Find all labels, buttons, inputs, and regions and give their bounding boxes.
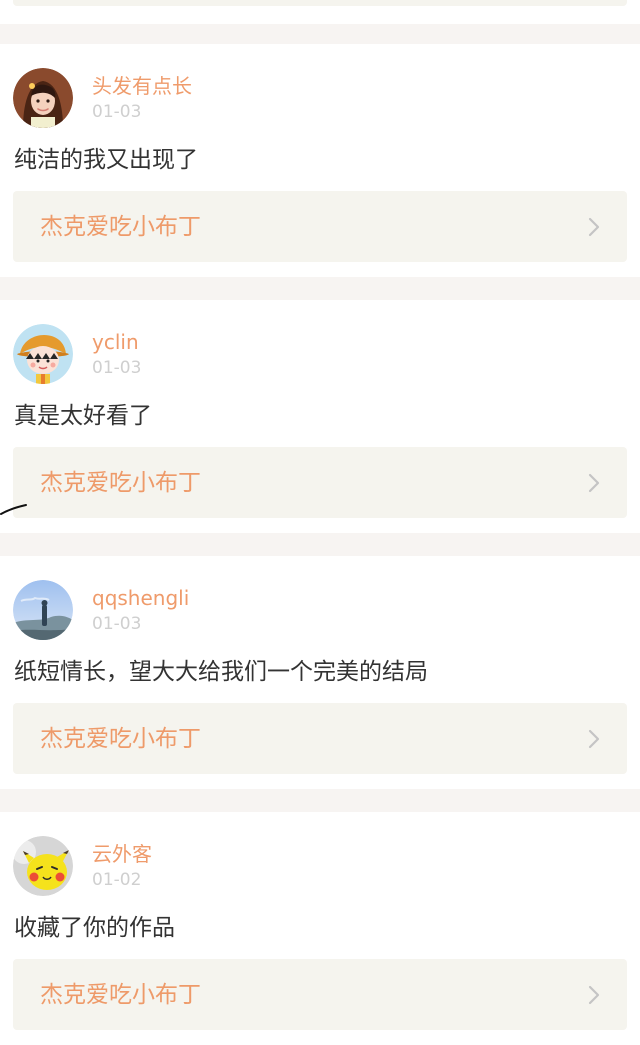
comment-date: 01-03 [92, 358, 142, 378]
landscape-avatar-icon [13, 580, 73, 640]
comment-date: 01-03 [92, 614, 142, 634]
work-title[interactable]: 杰克爱吃小布丁 [40, 979, 201, 1011]
comment-text: 收藏了你的作品 [14, 915, 175, 941]
comment-card: qqshengli 01-03 纸短情长，望大大给我们一个完美的结局 杰克爱吃小… [0, 556, 640, 789]
comment-date: 01-02 [92, 870, 142, 890]
chevron-right-icon [587, 729, 601, 749]
username[interactable]: yclin [92, 330, 139, 354]
previous-work-link-remnant[interactable] [13, 0, 627, 6]
comment-feed: 头发有点长 01-03 纯洁的我又出现了 杰克爱吃小布丁 yclin 01-03… [0, 0, 640, 1045]
work-title[interactable]: 杰克爱吃小布丁 [40, 467, 201, 499]
work-title[interactable]: 杰克爱吃小布丁 [40, 723, 201, 755]
chevron-right-icon [587, 473, 601, 493]
comment-card: yclin 01-03 真是太好看了 杰克爱吃小布丁 [0, 300, 640, 533]
avatar[interactable] [13, 68, 73, 128]
chevron-right-icon [587, 217, 601, 237]
comment-card: 云外客 01-02 收藏了你的作品 杰克爱吃小布丁 [0, 812, 640, 1045]
work-link[interactable]: 杰克爱吃小布丁 [13, 959, 627, 1030]
avatar[interactable] [13, 324, 73, 384]
work-link[interactable]: 杰克爱吃小布丁 [13, 703, 627, 774]
avatar[interactable] [13, 580, 73, 640]
avatar[interactable] [13, 836, 73, 896]
username[interactable]: 云外客 [92, 842, 152, 866]
username[interactable]: qqshengli [92, 586, 189, 610]
pen-stroke-mark [0, 500, 32, 524]
work-title[interactable]: 杰克爱吃小布丁 [40, 211, 201, 243]
chevron-right-icon [587, 985, 601, 1005]
previous-card-remnant [0, 0, 640, 24]
comment-text: 真是太好看了 [14, 403, 152, 429]
girl-avatar-icon [13, 68, 73, 128]
work-link[interactable]: 杰克爱吃小布丁 [13, 191, 627, 262]
work-link[interactable]: 杰克爱吃小布丁 [13, 447, 627, 518]
comment-date: 01-03 [92, 102, 142, 122]
cartoon-avatar-icon [13, 324, 73, 384]
pikachu-avatar-icon [13, 836, 73, 896]
username[interactable]: 头发有点长 [92, 74, 192, 98]
comment-text: 纯洁的我又出现了 [14, 147, 198, 173]
comment-text: 纸短情长，望大大给我们一个完美的结局 [14, 659, 428, 685]
comment-card: 头发有点长 01-03 纯洁的我又出现了 杰克爱吃小布丁 [0, 44, 640, 277]
